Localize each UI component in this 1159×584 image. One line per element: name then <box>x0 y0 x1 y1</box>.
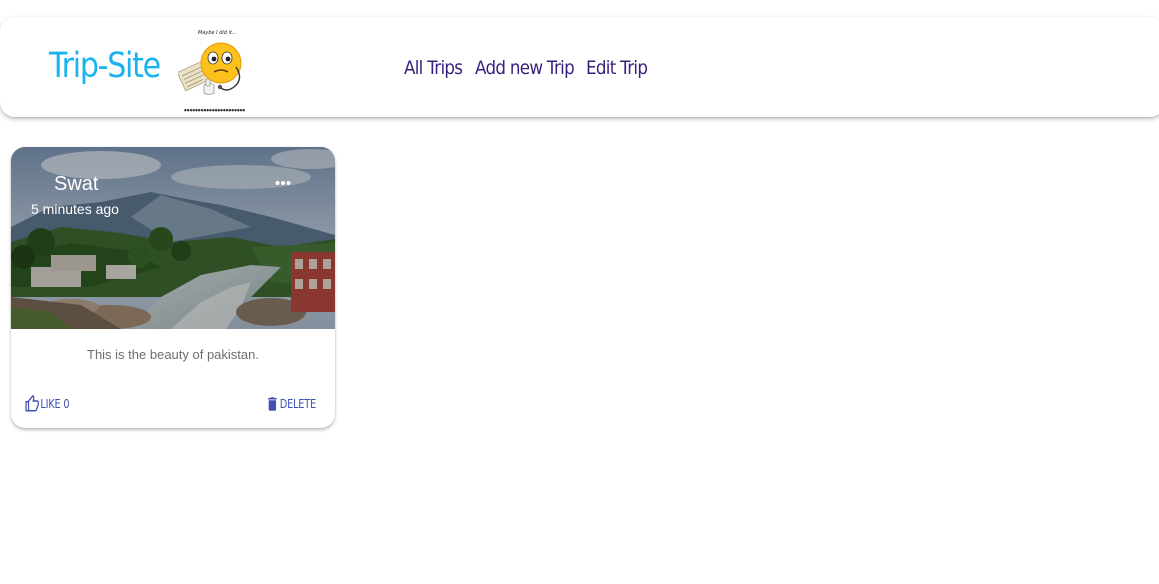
trash-icon <box>268 397 277 411</box>
like-button[interactable]: LIKE 0 <box>24 393 70 415</box>
delete-label: DELETE <box>279 397 317 411</box>
trip-photo: Swat 5 minutes ago <box>11 147 335 329</box>
nav-all-trips[interactable]: All Trips <box>404 54 463 82</box>
like-label: LIKE 0 <box>40 397 70 411</box>
svg-text:●●●●●●●●●●●●●●●●●●●●●●: ●●●●●●●●●●●●●●●●●●●●●● <box>184 108 245 112</box>
trip-title: Swat <box>54 173 99 195</box>
more-horiz-icon[interactable] <box>271 173 295 193</box>
nav-add-new-trip[interactable]: Add new Trip <box>475 54 575 82</box>
trip-card: Swat 5 minutes ago This is the beauty of… <box>11 147 335 428</box>
nav-edit-trip[interactable]: Edit Trip <box>586 54 648 82</box>
trip-timestamp: 5 minutes ago <box>31 201 119 217</box>
emoji-thinking-icon: Maybe I did it... ●●●●●●●●●●●●●●●●●●●●●● <box>176 30 245 112</box>
logo: Maybe I did it... ●●●●●●●●●●●●●●●●●●●●●● <box>176 27 256 113</box>
app-bar: Trip-Site Maybe I did it... ●●●●●●●●●●●●… <box>0 17 1159 117</box>
thumb-up-icon <box>25 395 39 412</box>
trip-description: This is the beauty of pakistan. <box>87 347 259 362</box>
delete-button[interactable]: DELETE <box>265 393 316 415</box>
logo-caption: Maybe I did it... <box>198 30 237 36</box>
brand-title[interactable]: Trip-Site <box>49 44 161 88</box>
